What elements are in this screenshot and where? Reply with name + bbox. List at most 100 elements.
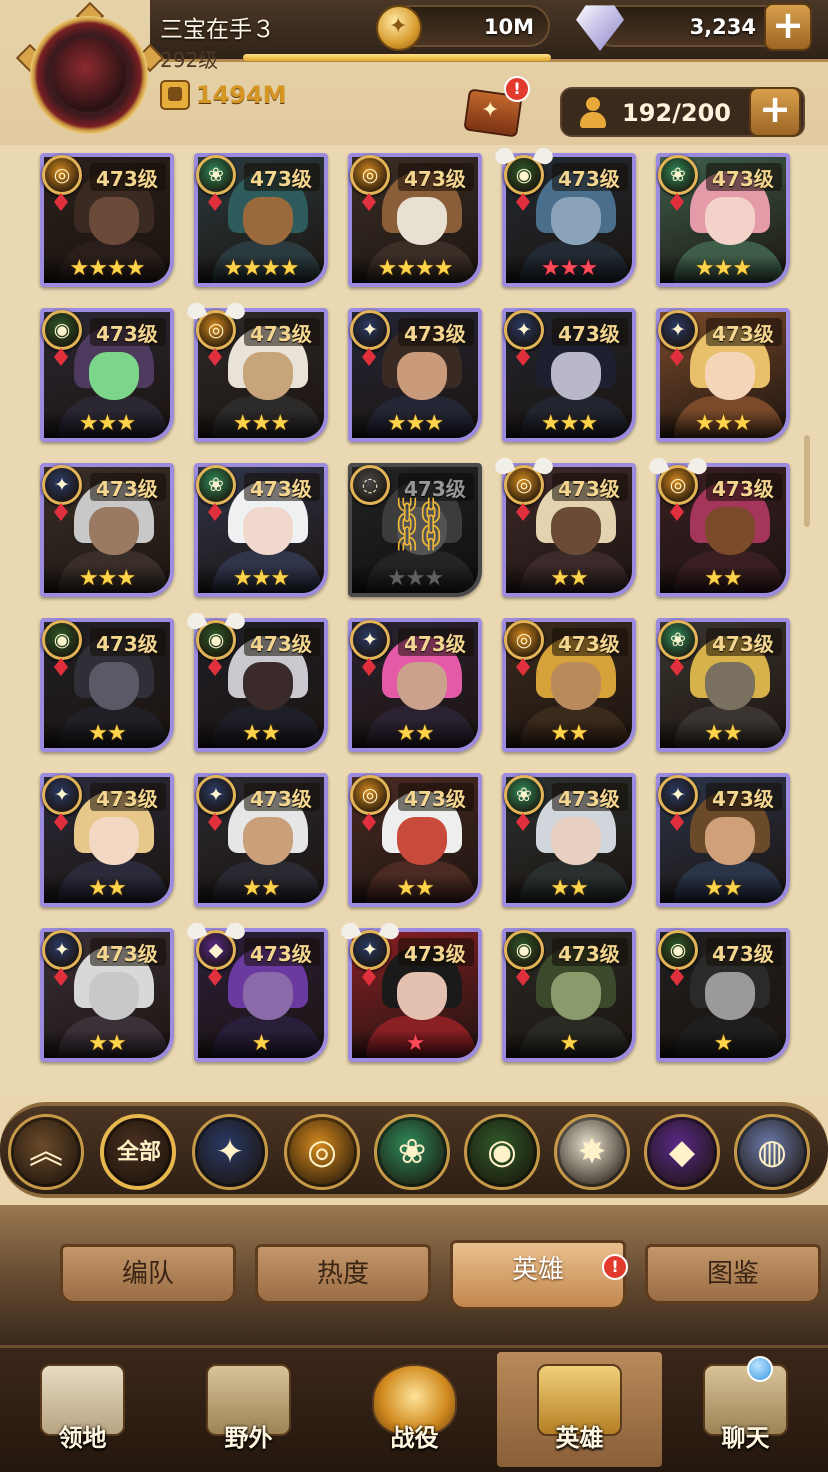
hero-portrait-face <box>551 197 601 245</box>
hero-card[interactable]: ★★ 473级 ✦ <box>656 773 790 907</box>
faction-glyph: ◉ <box>515 939 533 961</box>
hero-portrait-face <box>551 817 601 865</box>
hero-card[interactable]: ★★★ 473级 ✦ <box>40 463 174 597</box>
lightbearer-faction-icon: ◎ <box>350 155 390 195</box>
xp-bar <box>243 54 551 61</box>
filter-mauler-button[interactable]: ✦ <box>192 1114 268 1190</box>
hero-card[interactable]: ★★★ 473级 ⛓ ◌ <box>348 463 482 597</box>
lightbearer-faction-icon: ◎ <box>196 310 236 350</box>
hero-card[interactable]: ★★★ 473级 ✦ <box>502 308 636 442</box>
faction-glyph: ✦ <box>362 629 378 651</box>
hero-card[interactable]: ★★ 473级 ◉ <box>194 618 328 752</box>
hero-card[interactable]: ★★ 473级 ◎ <box>348 773 482 907</box>
faction-glyph: ✦ <box>670 784 686 806</box>
hero-card[interactable]: ★ 473级 ◉ <box>656 928 790 1062</box>
hero-card[interactable]: ★★ 473级 ◎ <box>502 618 636 752</box>
lightbearer-faction-icon: ◎ <box>504 620 544 660</box>
hero-card[interactable]: ★★ 473级 ✦ <box>40 928 174 1062</box>
tab-0[interactable]: 编队 <box>60 1244 236 1304</box>
nav-helmet[interactable]: 英雄 <box>497 1352 662 1467</box>
faction-glyph: ❀ <box>670 164 686 186</box>
hero-card[interactable]: ★★★ 473级 ✦ <box>348 308 482 442</box>
hero-card[interactable]: ★★ 473级 ✦ <box>348 618 482 752</box>
hero-card[interactable]: ★★★ 473级 ◉ <box>40 308 174 442</box>
hero-card[interactable]: ★★★ 473级 ❀ <box>656 153 790 287</box>
hero-card[interactable]: ★★ 473级 ◎ <box>502 463 636 597</box>
star-rating: ★★★★ <box>198 255 324 283</box>
hero-card[interactable]: ★ 473级 ◆ <box>194 928 328 1062</box>
hero-card[interactable]: ★★ 473级 ✦ <box>40 773 174 907</box>
star-rating: ★ <box>660 1030 786 1058</box>
filter-lightbearer-button[interactable]: ◎ <box>284 1114 360 1190</box>
formation-button[interactable]: ✦ ! <box>458 76 530 142</box>
hero-portrait-face <box>89 662 139 710</box>
nav-sword-shield[interactable]: 战役 <box>332 1352 497 1467</box>
nav-chat-bubble[interactable]: 聊天 <box>663 1352 828 1467</box>
faction-glyph: ◎ <box>515 474 533 496</box>
faction-glyph: ✦ <box>54 784 70 806</box>
hero-level: 473级 <box>398 783 474 811</box>
gold-counter[interactable]: 10M <box>376 5 550 51</box>
hero-level: 473级 <box>552 318 628 346</box>
player-avatar[interactable] <box>15 1 165 138</box>
hero-portrait-face <box>243 662 293 710</box>
filter-hypogean-button[interactable]: ◆ <box>644 1114 720 1190</box>
hero-level: 473级 <box>90 163 166 191</box>
nav-castle[interactable]: 领地 <box>0 1352 165 1467</box>
hero-level: 473级 <box>552 163 628 191</box>
hero-card[interactable]: ★ 473级 ✦ <box>348 928 482 1062</box>
faction-glyph: ❀ <box>208 164 224 186</box>
faction-glyph: ◉ <box>515 164 533 186</box>
hero-portrait-face <box>705 817 755 865</box>
star-rating: ★★★ <box>44 410 170 438</box>
filter-celestial-button[interactable]: ✸ <box>554 1114 630 1190</box>
dimensional-icon: ◍ <box>757 1132 787 1172</box>
wilder-faction-icon: ❀ <box>196 155 236 195</box>
faction-glyph: ◎ <box>207 319 225 341</box>
filter-graveborn-button[interactable]: ◉ <box>464 1114 540 1190</box>
hero-card[interactable]: ★★ 473级 ✦ <box>194 773 328 907</box>
faction-filter-bar: ︽ 全部 ✦ ◎ ❀ ◉ ✸ ◆ ◍ <box>0 1102 828 1198</box>
tab-1[interactable]: 热度 <box>255 1244 431 1304</box>
hero-card[interactable]: ★★★ 473级 ◎ <box>194 308 328 442</box>
gem-counter[interactable]: 3,234 + <box>576 3 812 51</box>
star-rating: ★★★ <box>352 410 478 438</box>
faction-glyph: ◌ <box>361 474 379 496</box>
hero-card[interactable]: ★ 473级 ◉ <box>502 928 636 1062</box>
hero-level: 473级 <box>90 938 166 966</box>
hero-card[interactable]: ★★ 473级 ◎ <box>656 463 790 597</box>
hero-card[interactable]: ★★★★ 473级 ◎ <box>40 153 174 287</box>
star-rating: ★★★ <box>506 255 632 283</box>
add-gems-button[interactable]: + <box>764 3 812 51</box>
formation-alert-badge: ! <box>504 76 530 102</box>
hero-card[interactable]: ★★★★ 473级 ◎ <box>348 153 482 287</box>
filter-all-button[interactable]: 全部 <box>100 1114 176 1190</box>
hero-card[interactable]: ★★★ 473级 ❀ <box>194 463 328 597</box>
filter-wilder-button[interactable]: ❀ <box>374 1114 450 1190</box>
filter-collapse-button[interactable]: ︽ <box>8 1114 84 1190</box>
tab-3[interactable]: 图鉴 <box>645 1244 821 1304</box>
hero-card[interactable]: ★★★ 473级 ◉ <box>502 153 636 287</box>
filter-dimensional-button[interactable]: ◍ <box>734 1114 810 1190</box>
tab-2[interactable]: 英雄 <box>450 1240 626 1310</box>
expand-capacity-button[interactable]: + <box>749 87 801 137</box>
scrollbar[interactable] <box>804 435 810 527</box>
faction-glyph: ◆ <box>208 939 224 961</box>
mauler-faction-icon: ✦ <box>42 465 82 505</box>
wilder-faction-icon: ❀ <box>658 620 698 660</box>
hero-card[interactable]: ★★ 473级 ❀ <box>502 773 636 907</box>
hero-portrait-face <box>89 352 139 400</box>
hero-level: 473级 <box>706 473 782 501</box>
star-rating: ★★★ <box>352 565 478 593</box>
capacity-value: 192/200 <box>622 99 731 127</box>
hero-card[interactable]: ★★ 473级 ❀ <box>656 618 790 752</box>
mauler-faction-icon: ✦ <box>42 930 82 970</box>
nav-map-scroll[interactable]: 野外 <box>166 1352 331 1467</box>
hero-card[interactable]: ★★★★ 473级 ❀ <box>194 153 328 287</box>
lightbearer-faction-icon: ◎ <box>350 775 390 815</box>
mauler-faction-icon: ✦ <box>350 310 390 350</box>
hero-level: 473级 <box>398 163 474 191</box>
hero-card[interactable]: ★★★ 473级 ✦ <box>656 308 790 442</box>
hero-card[interactable]: ★★ 473级 ◉ <box>40 618 174 752</box>
faction-glyph: ✦ <box>516 319 532 341</box>
